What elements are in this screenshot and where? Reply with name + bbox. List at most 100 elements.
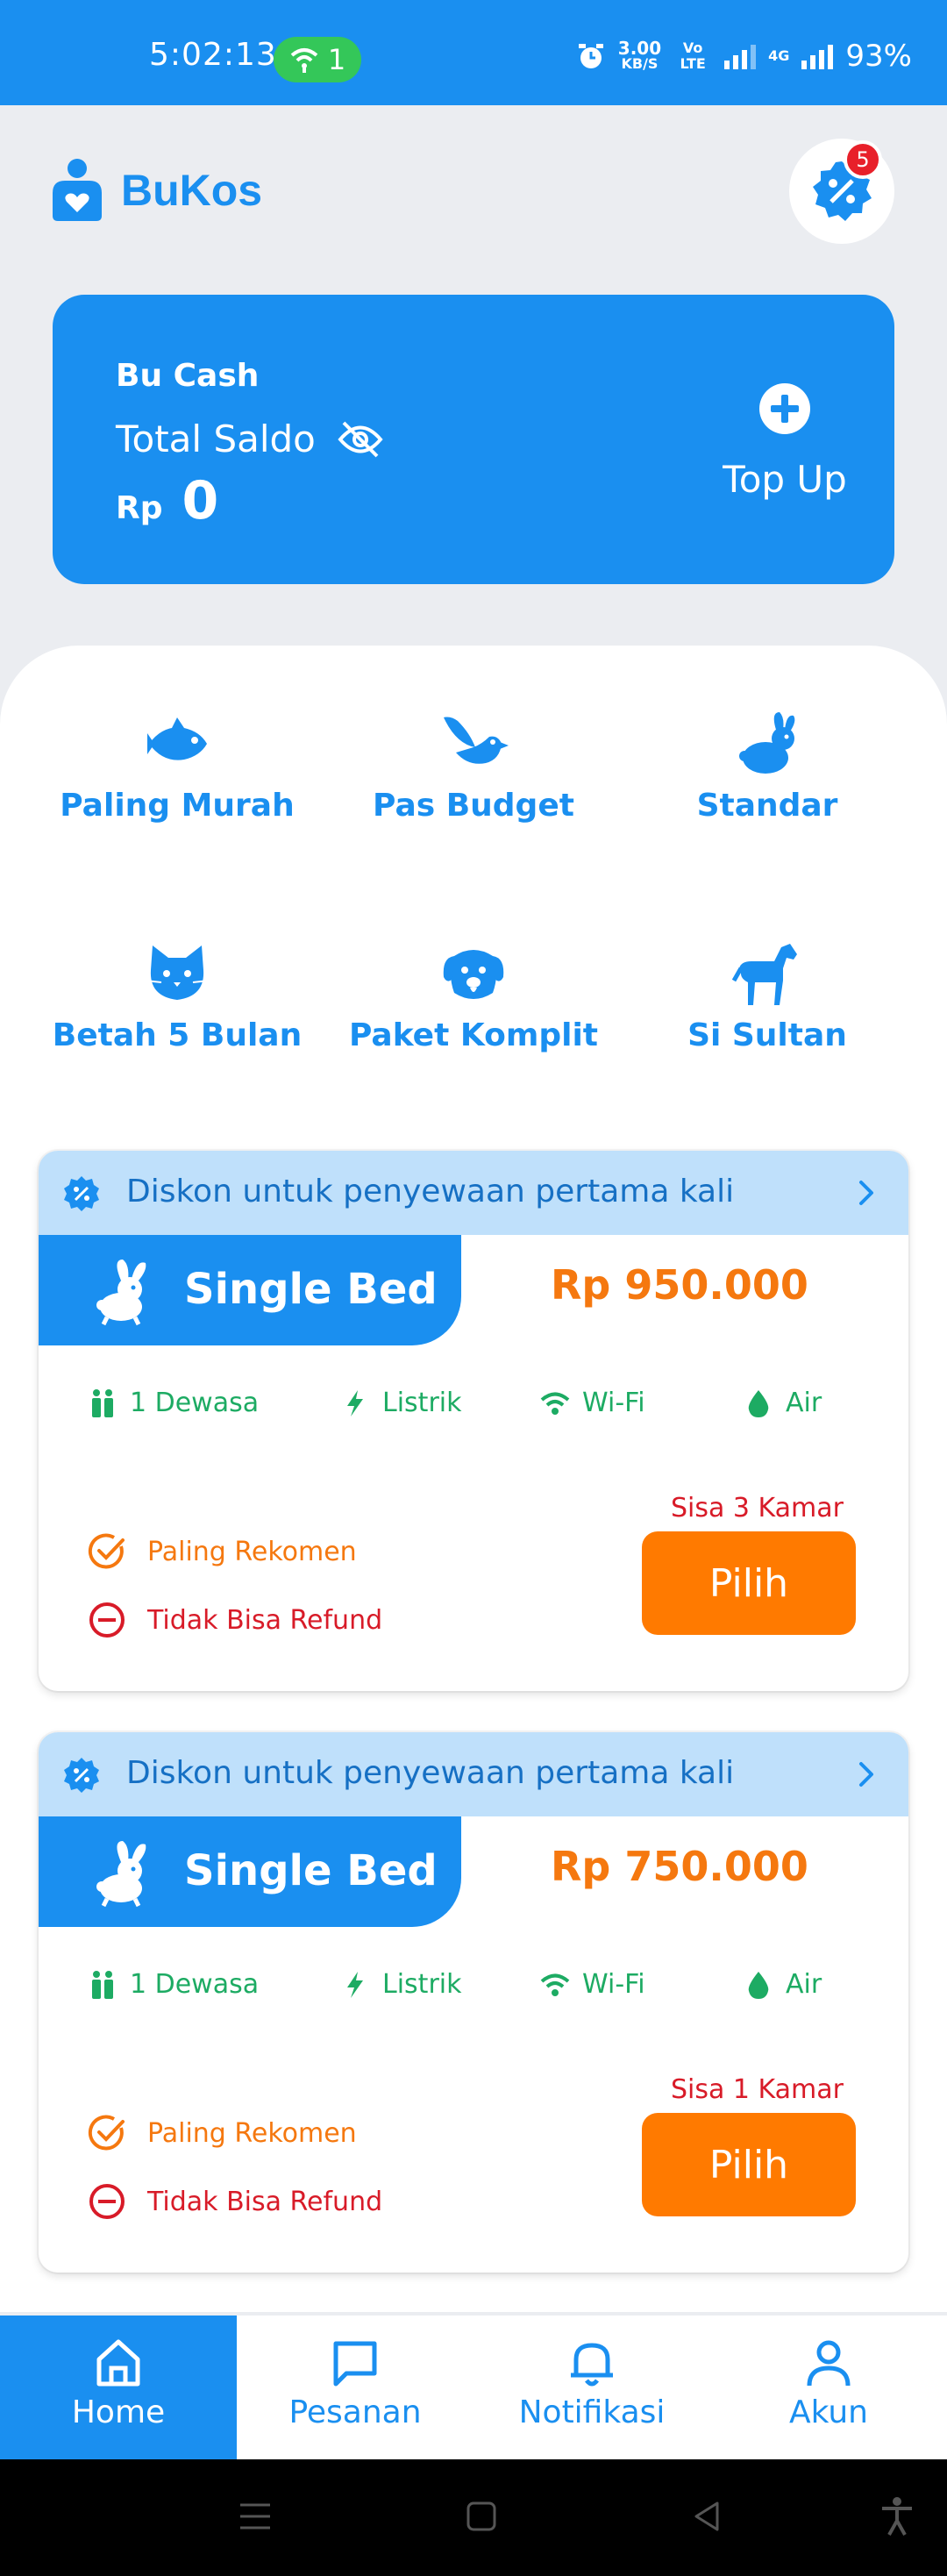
tag-no-refund: Tidak Bisa Refund — [88, 2181, 382, 2222]
app-header: BuKos 5 — [0, 105, 947, 281]
hotspot-icon — [290, 48, 318, 73]
check-circle-icon — [88, 1533, 125, 1569]
plus-circle-icon — [759, 383, 810, 434]
check-circle-icon — [88, 2115, 125, 2151]
network-type: 4G — [768, 47, 790, 64]
cat-icon — [145, 945, 210, 1000]
facility-adult: 1 Dewasa — [88, 1388, 259, 1418]
horse-icon — [732, 944, 797, 1005]
rooms-remaining: Sisa 1 Kamar — [670, 2074, 844, 2105]
balance-card: Bu Cash Total Saldo Rp 0 Top Up — [53, 295, 894, 584]
category-paling-murah[interactable]: Paling Murah — [28, 709, 326, 824]
tag-label: Paling Rekomen — [147, 2117, 357, 2149]
facility-list: 1 Dewasa Listrik Wi-Fi Air — [39, 1388, 908, 1440]
bird-icon — [444, 717, 509, 764]
room-name: Single Bed — [184, 1846, 438, 1895]
status-right: 3.00 KB/S Vo LTE 4G 93% — [576, 39, 912, 74]
signal-icon-1 — [724, 43, 757, 69]
facility-wifi: Wi-Fi — [540, 1388, 645, 1418]
eye-off-icon[interactable] — [337, 419, 384, 460]
hotspot-count: 1 — [327, 43, 346, 76]
alarm-icon — [578, 44, 603, 68]
room-price: Rp 950.000 — [551, 1261, 808, 1309]
people-icon — [92, 1970, 113, 1999]
chevron-right-icon — [859, 1181, 873, 1205]
select-room-button[interactable]: Pilih — [642, 1531, 856, 1635]
facility-list: 1 Dewasa Listrik Wi-Fi Air — [39, 1969, 908, 2022]
total-balance-label: Total Saldo — [116, 417, 316, 460]
tag-label: Paling Rekomen — [147, 1536, 357, 1567]
chevron-right-icon — [859, 1762, 873, 1787]
app-name: BuKos — [121, 166, 263, 215]
facility-label: Wi-Fi — [582, 1969, 645, 2000]
category-paket-komplit[interactable]: Paket Komplit — [324, 938, 623, 1053]
facility-label: Air — [786, 1388, 822, 1418]
promo-strip[interactable]: Diskon untuk penyewaan pertama kali — [39, 1732, 908, 1816]
category-grid: Paling Murah Pas Budget Standar Betah 5 … — [0, 709, 947, 1147]
fish-icon — [147, 717, 207, 760]
facility-label: Listrik — [382, 1388, 462, 1418]
category-label: Pas Budget — [373, 788, 574, 824]
signal-icon-2 — [801, 43, 834, 69]
room-name: Single Bed — [184, 1265, 438, 1314]
facility-electricity: Listrik — [340, 1388, 461, 1418]
tag-label: Tidak Bisa Refund — [147, 1604, 383, 1636]
nav-label: Pesanan — [288, 2394, 422, 2430]
facility-label: Listrik — [382, 1969, 462, 2000]
nav-home[interactable]: Home — [0, 2316, 237, 2459]
facility-water: Air — [744, 1388, 822, 1418]
brand: BuKos — [49, 158, 262, 223]
nav-notifikasi[interactable]: Notifikasi — [474, 2316, 710, 2459]
bottom-nav: Home Pesanan Notifikasi Akun — [0, 2316, 947, 2459]
room-card[interactable]: Diskon untuk penyewaan pertama kali Sing… — [39, 1151, 908, 1691]
balance-currency: Rp — [116, 490, 163, 526]
rooms-remaining: Sisa 3 Kamar — [670, 1493, 844, 1523]
tag-recommended: Paling Rekomen — [88, 2113, 382, 2153]
water-drop-icon — [748, 1971, 769, 1999]
recent-apps-icon[interactable] — [233, 2494, 277, 2538]
rabbit-icon — [96, 1841, 146, 1908]
category-label: Betah 5 Bulan — [52, 1017, 303, 1053]
category-label: Paling Murah — [60, 788, 295, 824]
category-pas-budget[interactable]: Pas Budget — [324, 709, 623, 824]
lightning-icon — [347, 1389, 363, 1416]
promo-button[interactable]: 5 — [789, 139, 894, 244]
nav-akun[interactable]: Akun — [710, 2316, 947, 2459]
status-time: 5:02:13 — [149, 37, 277, 73]
home-button-icon[interactable] — [459, 2494, 503, 2538]
category-standar[interactable]: Standar — [618, 709, 916, 824]
bukos-logo-icon — [53, 159, 102, 221]
room-card[interactable]: Diskon untuk penyewaan pertama kali Sing… — [39, 1732, 908, 2273]
water-drop-icon — [748, 1389, 769, 1417]
promo-badge: 5 — [844, 140, 882, 179]
category-betah-5-bulan[interactable]: Betah 5 Bulan — [28, 938, 326, 1053]
nav-pesanan[interactable]: Pesanan — [237, 2316, 474, 2459]
top-up-button[interactable]: Top Up — [701, 382, 868, 501]
facility-adult: 1 Dewasa — [88, 1969, 259, 2000]
category-si-sultan[interactable]: Si Sultan — [618, 938, 916, 1053]
total-balance-row: Total Saldo — [116, 417, 384, 460]
back-icon[interactable] — [686, 2494, 730, 2538]
wifi-icon — [540, 1392, 570, 1415]
facility-water: Air — [744, 1969, 822, 2000]
battery-level: 93% — [845, 39, 912, 74]
category-label: Standar — [696, 788, 838, 824]
room-type-tab: Single Bed — [39, 1816, 461, 1927]
promo-text: Diskon untuk penyewaan pertama kali — [126, 1755, 735, 1791]
wifi-icon — [540, 1973, 570, 1996]
nav-label: Home — [71, 2394, 166, 2430]
tag-no-refund: Tidak Bisa Refund — [88, 1600, 382, 1640]
facility-label: Air — [786, 1969, 822, 2000]
bell-icon — [571, 2343, 613, 2387]
nav-label: Notifikasi — [518, 2394, 666, 2430]
promo-strip[interactable]: Diskon untuk penyewaan pertama kali — [39, 1151, 908, 1235]
lightning-icon — [347, 1971, 363, 1998]
discount-badge-icon — [64, 1176, 99, 1211]
dog-icon — [443, 950, 504, 999]
facility-label: Wi-Fi — [582, 1388, 645, 1418]
net-speed-value: 3.00 — [617, 38, 662, 59]
chat-icon — [333, 2341, 377, 2387]
accessibility-icon[interactable] — [875, 2494, 919, 2538]
select-room-button[interactable]: Pilih — [642, 2113, 856, 2216]
wallet-label: Bu Cash — [116, 358, 260, 394]
